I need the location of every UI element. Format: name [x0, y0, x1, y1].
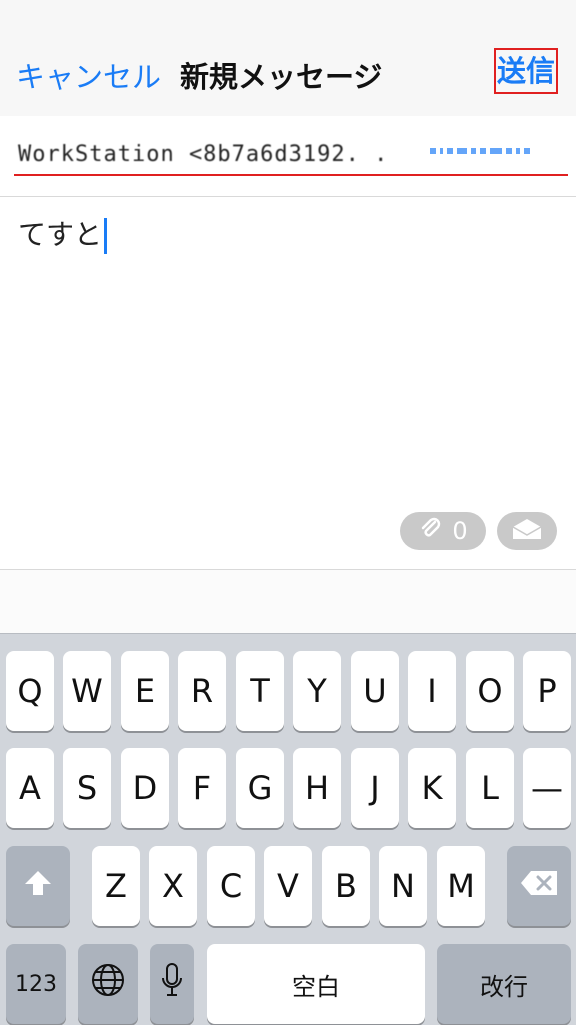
key-dash[interactable]: —	[523, 748, 571, 828]
shift-key[interactable]	[6, 846, 70, 926]
attachment-count: 0	[452, 517, 468, 545]
key-label: B	[335, 867, 357, 905]
key-g[interactable]: G	[236, 748, 284, 828]
globe-key[interactable]	[78, 944, 138, 1024]
message-text-wrap: てすと	[18, 213, 108, 254]
key-c[interactable]: C	[207, 846, 255, 926]
key-label: —	[531, 769, 563, 807]
key-i[interactable]: I	[408, 651, 456, 731]
shift-arrow-icon	[23, 867, 53, 905]
key-p[interactable]: P	[523, 651, 571, 731]
key-m[interactable]: M	[437, 846, 485, 926]
recipient-underline	[14, 174, 568, 176]
numbers-key[interactable]: 123	[6, 944, 66, 1024]
key-v[interactable]: V	[264, 846, 312, 926]
globe-icon	[90, 962, 126, 1006]
key-q[interactable]: Q	[6, 651, 54, 731]
key-label: S	[76, 769, 98, 807]
key-x[interactable]: X	[149, 846, 197, 926]
key-label: O	[477, 672, 503, 710]
key-o[interactable]: O	[466, 651, 514, 731]
blank-area	[0, 570, 576, 633]
key-a[interactable]: A	[6, 748, 54, 828]
keyboard: Q W E R T Y U I O P A S D F G H J K L — …	[0, 633, 576, 1025]
backspace-key[interactable]	[507, 846, 571, 926]
recipient-name: WorkStation <8b7a6d3192. .	[18, 142, 389, 167]
envelope-icon	[510, 517, 544, 545]
key-d[interactable]: D	[121, 748, 169, 828]
key-j[interactable]: J	[351, 748, 399, 828]
key-label: K	[421, 769, 443, 807]
key-label: E	[134, 672, 156, 710]
key-n[interactable]: N	[379, 846, 427, 926]
key-k[interactable]: K	[408, 748, 456, 828]
text-cursor	[104, 218, 108, 254]
key-label: P	[537, 672, 557, 710]
key-label: 改行	[480, 972, 528, 1001]
paperclip-icon	[418, 515, 444, 547]
attachment-button[interactable]: 0	[400, 512, 486, 550]
key-w[interactable]: W	[63, 651, 111, 731]
key-label: 空白	[292, 972, 340, 1001]
dictation-key[interactable]	[150, 944, 194, 1024]
key-label: M	[447, 867, 475, 905]
key-label: A	[19, 769, 41, 807]
key-label: Y	[307, 672, 327, 710]
key-label: X	[162, 867, 184, 905]
key-label: Q	[17, 672, 43, 710]
key-r[interactable]: R	[178, 651, 226, 731]
key-t[interactable]: T	[236, 651, 284, 731]
navigation-bar: キャンセル 新規メッセージ 送信	[0, 0, 576, 117]
microphone-icon	[161, 962, 183, 1006]
send-button[interactable]: 送信	[494, 48, 558, 94]
key-label: J	[370, 769, 380, 807]
key-label: C	[219, 867, 243, 905]
key-f[interactable]: F	[178, 748, 226, 828]
key-h[interactable]: H	[293, 748, 341, 828]
message-text: てすと	[18, 218, 103, 251]
key-label: V	[277, 867, 299, 905]
key-label: U	[363, 672, 387, 710]
return-key[interactable]: 改行	[437, 944, 571, 1024]
key-label: L	[481, 769, 499, 807]
key-label: N	[391, 867, 415, 905]
recipient-field[interactable]: WorkStation <8b7a6d3192. .	[0, 116, 576, 197]
key-label: G	[247, 769, 273, 807]
key-label: T	[250, 672, 270, 710]
space-key[interactable]: 空白	[207, 944, 425, 1024]
key-label: F	[192, 769, 212, 807]
key-y[interactable]: Y	[293, 651, 341, 731]
cancel-button[interactable]: キャンセル	[16, 54, 161, 96]
redacted-address	[430, 148, 530, 154]
key-label: W	[71, 672, 103, 710]
key-s[interactable]: S	[63, 748, 111, 828]
backspace-icon	[519, 867, 559, 905]
mail-options-button[interactable]	[497, 512, 557, 550]
key-label: H	[304, 769, 330, 807]
key-z[interactable]: Z	[92, 846, 140, 926]
message-body[interactable]: てすと 0	[0, 197, 576, 570]
key-label: 123	[15, 971, 57, 997]
key-b[interactable]: B	[322, 846, 370, 926]
key-label: Z	[105, 867, 127, 905]
page-title: 新規メッセージ	[180, 60, 383, 94]
key-label: D	[132, 769, 158, 807]
key-l[interactable]: L	[466, 748, 514, 828]
key-u[interactable]: U	[351, 651, 399, 731]
key-label: R	[190, 672, 214, 710]
key-e[interactable]: E	[121, 651, 169, 731]
key-label: I	[427, 672, 437, 710]
